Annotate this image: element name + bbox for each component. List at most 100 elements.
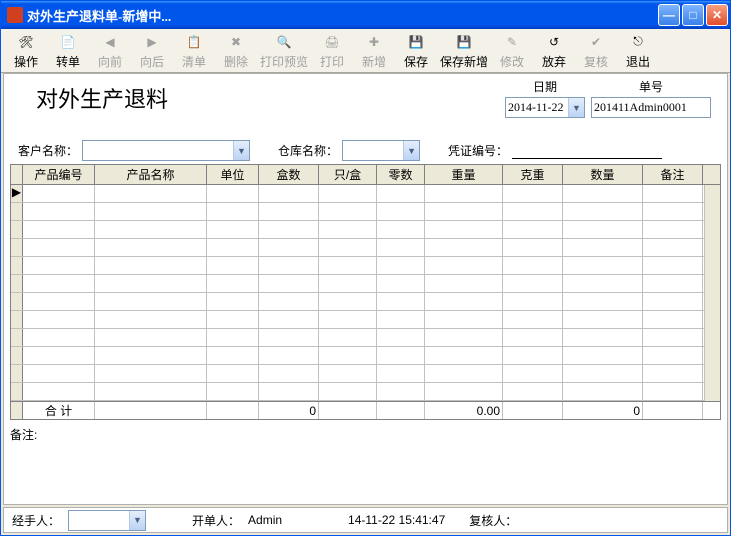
op-button[interactable]: 🛠操作 bbox=[5, 31, 47, 70]
col-qty[interactable]: 数量 bbox=[563, 165, 643, 184]
data-grid[interactable]: 产品编号 产品名称 单位 盒数 只/盒 零数 重量 克重 数量 备注 ▶ 合 计… bbox=[10, 164, 721, 420]
cust-field[interactable]: ▼ bbox=[82, 140, 250, 161]
savenew-icon: 💾 bbox=[454, 32, 474, 52]
print-button[interactable]: 🖨打印 bbox=[311, 31, 353, 70]
prev-button[interactable]: ◀向前 bbox=[89, 31, 131, 70]
status-bar: 经手人： ▼ 开单人： Admin 14-11-22 15:41:47 复核人： bbox=[3, 507, 728, 533]
content-area: 对外生产退料 日期 单号 ▼ 客户名称： ▼ 仓库名称： ▼ bbox=[3, 73, 728, 505]
toolbar: 🛠操作 📄转单 ◀向前 ▶向后 📋清单 ✖删除 🔍打印预览 🖨打印 ✚新增 💾保… bbox=[1, 29, 730, 73]
voucher-input[interactable] bbox=[512, 143, 662, 159]
edit-button[interactable]: ✎修改 bbox=[491, 31, 533, 70]
close-button[interactable]: ✕ bbox=[706, 4, 728, 26]
creator-value: Admin bbox=[248, 513, 282, 527]
grid-body[interactable]: ▶ bbox=[11, 185, 720, 401]
preview-button[interactable]: 🔍打印预览 bbox=[257, 31, 311, 70]
new-button[interactable]: ✚新增 bbox=[353, 31, 395, 70]
col-box[interactable]: 盒数 bbox=[259, 165, 319, 184]
cust-input[interactable] bbox=[83, 143, 233, 158]
total-wt: 0.00 bbox=[425, 402, 503, 420]
exit-button[interactable]: ⎋退出 bbox=[617, 31, 659, 70]
cust-label: 客户名称： bbox=[18, 142, 78, 159]
trans-icon: 📄 bbox=[58, 32, 78, 52]
app-icon bbox=[7, 7, 23, 23]
audit-button[interactable]: ✔复核 bbox=[575, 31, 617, 70]
date-input[interactable] bbox=[506, 100, 568, 115]
date-field[interactable]: ▼ bbox=[505, 97, 585, 118]
col-name[interactable]: 产品名称 bbox=[95, 165, 207, 184]
dropdown-icon[interactable]: ▼ bbox=[568, 98, 584, 117]
discard-button[interactable]: ↺放弃 bbox=[533, 31, 575, 70]
preview-icon: 🔍 bbox=[274, 32, 294, 52]
discard-icon: ↺ bbox=[544, 32, 564, 52]
dropdown-icon[interactable]: ▼ bbox=[403, 141, 419, 160]
col-kw[interactable]: 克重 bbox=[503, 165, 563, 184]
minimize-button[interactable]: — bbox=[658, 4, 680, 26]
window-title: 对外生产退料单-新增中... bbox=[27, 6, 658, 25]
table-row[interactable] bbox=[11, 293, 720, 311]
remark-label: 备注: bbox=[10, 426, 37, 443]
table-row[interactable] bbox=[11, 311, 720, 329]
table-row[interactable] bbox=[11, 221, 720, 239]
wh-label: 仓库名称： bbox=[278, 142, 338, 159]
tools-icon: 🛠 bbox=[16, 32, 36, 52]
num-label: 单号 bbox=[591, 78, 711, 95]
date-num-area: 日期 单号 ▼ bbox=[505, 78, 711, 118]
table-row[interactable]: ▶ bbox=[11, 185, 720, 203]
dropdown-icon[interactable]: ▼ bbox=[233, 141, 249, 160]
col-wt[interactable]: 重量 bbox=[425, 165, 503, 184]
wh-field[interactable]: ▼ bbox=[342, 140, 420, 161]
table-row[interactable] bbox=[11, 365, 720, 383]
table-row[interactable] bbox=[11, 383, 720, 401]
filter-row: 客户名称： ▼ 仓库名称： ▼ 凭证编号： bbox=[18, 140, 713, 161]
new-icon: ✚ bbox=[364, 32, 384, 52]
col-prod[interactable]: 产品编号 bbox=[23, 165, 95, 184]
reviewer-label: 复核人： bbox=[469, 512, 517, 529]
total-qty: 0 bbox=[563, 402, 643, 420]
num-input[interactable] bbox=[592, 100, 708, 115]
table-row[interactable] bbox=[11, 239, 720, 257]
total-label: 合 计 bbox=[23, 402, 95, 420]
num-field[interactable] bbox=[591, 97, 711, 118]
delete-icon: ✖ bbox=[226, 32, 246, 52]
voucher-label: 凭证编号： bbox=[448, 142, 508, 159]
exit-icon: ⎋ bbox=[628, 32, 648, 52]
table-row[interactable] bbox=[11, 257, 720, 275]
table-row[interactable] bbox=[11, 275, 720, 293]
col-ls[interactable]: 零数 bbox=[377, 165, 425, 184]
maximize-button[interactable]: □ bbox=[682, 4, 704, 26]
col-unit[interactable]: 单位 bbox=[207, 165, 259, 184]
handler-label: 经手人： bbox=[12, 512, 60, 529]
grid-scrollbar[interactable] bbox=[704, 185, 720, 401]
date-label: 日期 bbox=[505, 78, 585, 95]
creator-label: 开单人： bbox=[192, 512, 240, 529]
next-button[interactable]: ▶向后 bbox=[131, 31, 173, 70]
total-box: 0 bbox=[259, 402, 319, 420]
table-row[interactable] bbox=[11, 347, 720, 365]
savenew-button[interactable]: 💾保存新增 bbox=[437, 31, 491, 70]
handler-input[interactable] bbox=[69, 513, 129, 528]
audit-icon: ✔ bbox=[586, 32, 606, 52]
print-icon: 🖨 bbox=[322, 32, 342, 52]
col-rmk[interactable]: 备注 bbox=[643, 165, 703, 184]
handler-field[interactable]: ▼ bbox=[68, 510, 146, 531]
form-title: 对外生产退料 bbox=[36, 82, 168, 114]
titlebar[interactable]: 对外生产退料单-新增中... — □ ✕ bbox=[1, 1, 730, 29]
edit-icon: ✎ bbox=[502, 32, 522, 52]
next-icon: ▶ bbox=[142, 32, 162, 52]
app-window: 对外生产退料单-新增中... — □ ✕ 🛠操作 📄转单 ◀向前 ▶向后 📋清单… bbox=[0, 0, 731, 536]
save-button[interactable]: 💾保存 bbox=[395, 31, 437, 70]
list-icon: 📋 bbox=[184, 32, 204, 52]
save-icon: 💾 bbox=[406, 32, 426, 52]
clear-button[interactable]: 📋清单 bbox=[173, 31, 215, 70]
timestamp: 14-11-22 15:41:47 bbox=[348, 513, 445, 527]
wh-input[interactable] bbox=[343, 143, 403, 158]
col-per[interactable]: 只/盒 bbox=[319, 165, 377, 184]
row-selector-header bbox=[11, 165, 23, 184]
trans-button[interactable]: 📄转单 bbox=[47, 31, 89, 70]
table-row[interactable] bbox=[11, 203, 720, 221]
delete-button[interactable]: ✖删除 bbox=[215, 31, 257, 70]
prev-icon: ◀ bbox=[100, 32, 120, 52]
grid-header: 产品编号 产品名称 单位 盒数 只/盒 零数 重量 克重 数量 备注 bbox=[11, 165, 720, 185]
table-row[interactable] bbox=[11, 329, 720, 347]
dropdown-icon[interactable]: ▼ bbox=[129, 511, 145, 530]
